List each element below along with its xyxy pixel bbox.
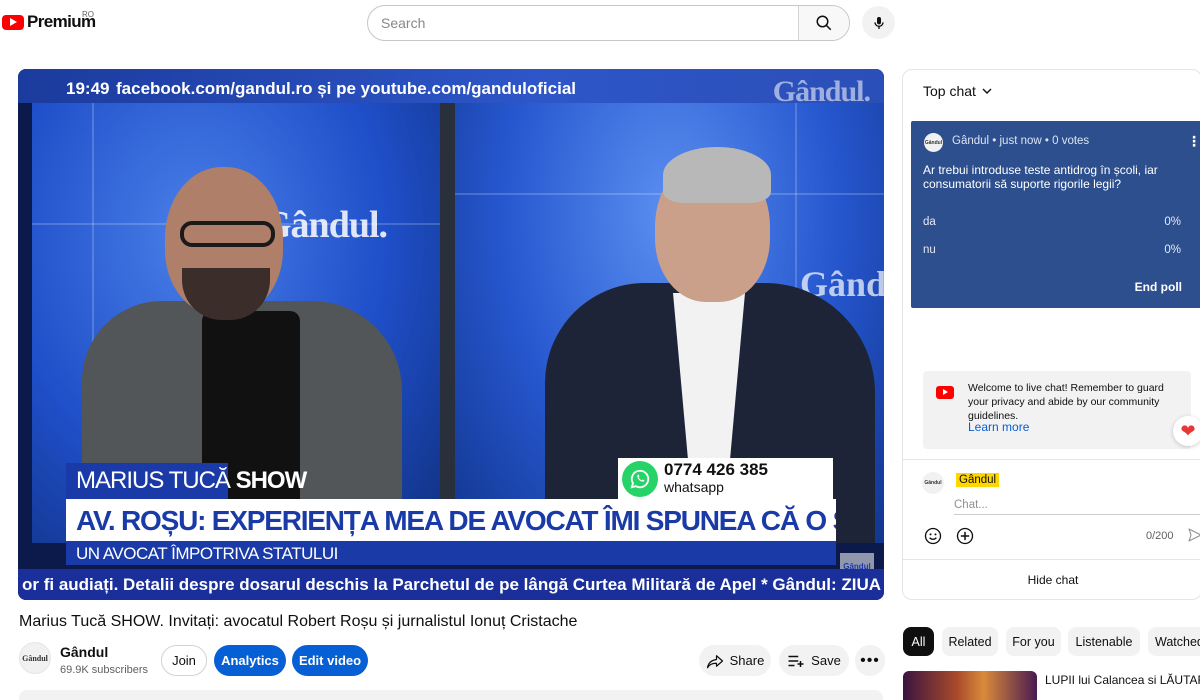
welcome-message: Welcome to live chat! Remember to guard …: [923, 371, 1191, 449]
poll-question: Ar trebui introduse teste antidrog în șc…: [923, 163, 1158, 191]
show-name-light: MARIUS TUCĂ: [76, 467, 236, 494]
poll-meta: Gândul • just now • 0 votes: [952, 135, 1090, 147]
live-chat-panel: Top chat Gândul Gândul • just now • 0 vo…: [902, 69, 1200, 600]
chip-for-you[interactable]: For you: [1006, 627, 1061, 656]
broadcast-clock: 19:49: [66, 79, 110, 98]
split-divider: [440, 103, 455, 543]
poll-author-avatar: Gândul: [924, 133, 943, 152]
share-label: Share: [729, 653, 765, 668]
microphone-icon: [873, 16, 884, 29]
character-count: 0/200: [1146, 530, 1174, 542]
add-icon[interactable]: [955, 526, 975, 546]
broadcast-top-bar: 19:49 facebook.com/gandul.ro și pe youtu…: [18, 69, 884, 108]
show-name-banner: MARIUS TUCĂ SHOW: [66, 463, 307, 499]
search-bar: [367, 5, 850, 41]
share-icon: [706, 654, 723, 668]
chip-listenable[interactable]: Listenable: [1068, 627, 1140, 656]
whatsapp-label: whatsapp: [664, 479, 724, 495]
video-title: Marius Tucă SHOW. Invitați: avocatul Rob…: [19, 613, 578, 630]
poll-card: Gândul Gândul • just now • 0 votes ⋮ Ar …: [911, 121, 1200, 308]
user-name-badge: Gândul: [956, 473, 1000, 487]
youtube-play-icon: [2, 14, 24, 30]
whatsapp-banner: 0774 426 385 whatsapp: [618, 458, 833, 499]
divider: [903, 459, 1200, 460]
join-button[interactable]: Join: [161, 645, 207, 676]
related-video-title[interactable]: LUPII lui Calancea si LĂUTARII: [1045, 673, 1200, 687]
chat-mode-dropdown[interactable]: Top chat: [923, 83, 992, 99]
guest-hair: [663, 147, 771, 203]
video-player[interactable]: 19:49 facebook.com/gandul.ro și pe youtu…: [18, 69, 884, 600]
top-header: Premium RO: [0, 0, 1200, 46]
search-icon: [816, 15, 832, 31]
country-code: RO: [82, 10, 94, 19]
divider: [903, 559, 1200, 560]
poll-option-percent: 0%: [1164, 244, 1181, 256]
end-poll-button[interactable]: End poll: [1135, 280, 1182, 294]
whatsapp-icon: [622, 461, 658, 497]
chat-input[interactable]: [954, 495, 1200, 515]
save-button[interactable]: Save: [779, 645, 849, 676]
youtube-icon: [936, 386, 954, 399]
chip-related[interactable]: Related: [942, 627, 998, 656]
poll-option: da 0%: [923, 216, 1183, 232]
show-name-bold: SHOW: [235, 467, 308, 494]
related-video-thumbnail[interactable]: [903, 671, 1037, 700]
channel-name[interactable]: Gândul: [60, 644, 108, 660]
poll-option: nu 0%: [923, 244, 1183, 260]
bottom-news-ticker: or fi audiați. Detalii despre dosarul de…: [18, 569, 884, 600]
broadcast-subheadline: UN AVOCAT ÎMPOTRIVA STATULUI: [66, 541, 836, 565]
heart-reaction-icon[interactable]: ❤: [1173, 416, 1200, 446]
broadcast-top-ticker: facebook.com/gandul.ro și pe youtube.com…: [116, 79, 577, 98]
poll-option-label: da: [923, 216, 936, 228]
voice-search-button[interactable]: [862, 6, 895, 39]
share-button[interactable]: Share: [699, 645, 771, 676]
send-icon[interactable]: [1187, 527, 1200, 543]
search-button[interactable]: [798, 6, 849, 40]
save-label: Save: [811, 653, 841, 668]
learn-more-link[interactable]: Learn more: [968, 420, 1029, 434]
broadcast-headline: AV. ROȘU: EXPERIENȚA MEA DE AVOCAT ÎMI S…: [66, 499, 836, 541]
more-actions-button[interactable]: •••: [855, 645, 885, 676]
user-avatar: Gândul: [922, 472, 944, 494]
poll-option-percent: 0%: [1164, 216, 1181, 228]
poll-menu-icon[interactable]: ⋮: [1187, 133, 1200, 150]
hide-chat-button[interactable]: Hide chat: [903, 561, 1200, 599]
host-glasses: [180, 221, 275, 247]
search-input[interactable]: [368, 6, 798, 40]
poll-option-label: nu: [923, 244, 936, 256]
subscriber-count: 69.9K subscribers: [60, 664, 149, 676]
edit-video-button[interactable]: Edit video: [292, 645, 368, 676]
chip-watched[interactable]: Watched: [1148, 627, 1200, 656]
welcome-text: Welcome to live chat! Remember to guard …: [968, 382, 1164, 422]
description-box[interactable]: [19, 690, 883, 700]
emoji-icon[interactable]: [923, 526, 943, 546]
analytics-button[interactable]: Analytics: [214, 645, 286, 676]
chip-all[interactable]: All: [903, 627, 934, 656]
whatsapp-number: 0774 426 385: [664, 460, 768, 479]
ticker-text: or fi audiați. Detalii despre dosarul de…: [22, 575, 884, 594]
chat-mode-label: Top chat: [923, 83, 976, 99]
save-to-playlist-icon: [788, 655, 804, 667]
chevron-down-icon: [982, 88, 992, 94]
channel-avatar[interactable]: Gândul: [19, 642, 51, 674]
